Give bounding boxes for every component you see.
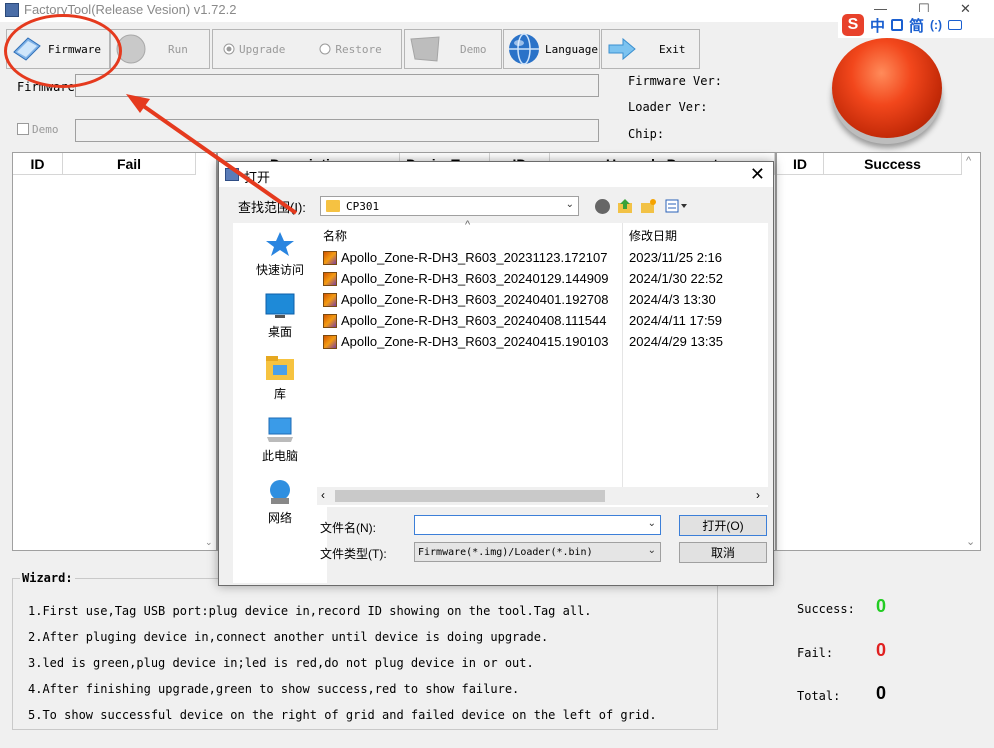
annotation-arrow bbox=[126, 94, 298, 215]
